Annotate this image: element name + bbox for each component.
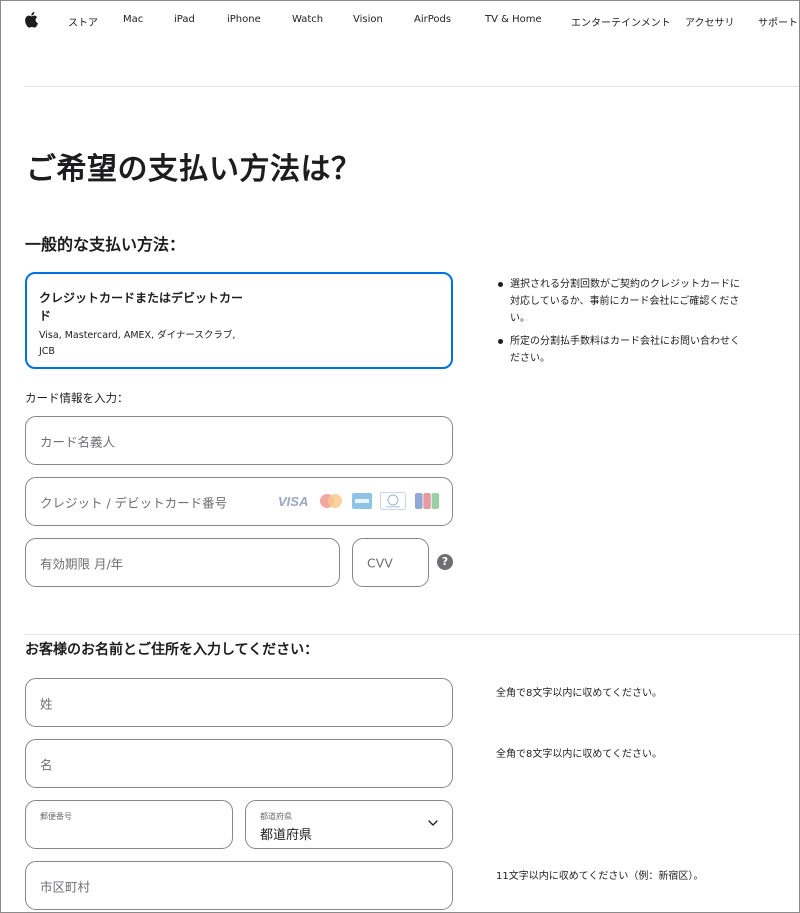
- nav-item-vision[interactable]: Vision: [353, 14, 383, 25]
- nav-item-entertainment[interactable]: エンターテインメント: [571, 14, 671, 29]
- nav-item-airpods[interactable]: AirPods: [414, 14, 451, 25]
- nav-item-support[interactable]: サポート: [758, 14, 798, 29]
- nav-item-mac[interactable]: Mac: [123, 14, 143, 25]
- expiry-date-field[interactable]: 有効期限 月/年: [25, 538, 340, 587]
- last-name-field[interactable]: 姓: [25, 678, 453, 727]
- payment-note: 選択される分割回数がご契約のクレジットカードに対応しているか、事前にカード会社に…: [496, 276, 746, 327]
- first-name-hint: 全角で8文字以内に収めてください。: [496, 749, 663, 760]
- svg-text:VISA: VISA: [278, 494, 308, 508]
- global-nav: ストア Mac iPad iPhone Watch Vision AirPods…: [0, 0, 800, 40]
- city-field[interactable]: 市区町村: [25, 861, 453, 910]
- nav-item-accessories[interactable]: アクセサリ: [685, 14, 735, 29]
- amex-icon: [352, 492, 372, 510]
- card-number-placeholder: クレジット / デビットカード番号: [40, 495, 228, 510]
- payment-option-title: クレジットカードまたはデビットカード: [39, 291, 244, 323]
- chevron-down-icon: [428, 820, 438, 826]
- apple-logo-icon[interactable]: [24, 11, 38, 28]
- city-hint: 11文字以内に収めてください（例：新宿区）。: [496, 871, 704, 882]
- diners-club-icon: [380, 492, 406, 510]
- cardholder-name-placeholder: カード名義人: [40, 434, 116, 449]
- nav-item-ipad[interactable]: iPad: [174, 14, 195, 25]
- last-name-hint: 全角で8文字以内に収めてください。: [496, 688, 663, 699]
- visa-icon: VISA: [278, 492, 310, 510]
- nav-item-watch[interactable]: Watch: [292, 14, 323, 25]
- card-info-label: カード情報を入力：: [25, 391, 129, 405]
- cvv-help-icon[interactable]: ?: [437, 554, 453, 570]
- page-title: ご希望の支払い方法は？: [26, 152, 362, 187]
- expiry-date-placeholder: 有効期限 月/年: [40, 556, 124, 571]
- payment-option-subtitle: Visa, Mastercard, AMEX, ダイナースクラブ, JCB: [39, 330, 236, 357]
- postal-code-label: 郵便番号: [40, 812, 72, 821]
- prefecture-select[interactable]: 都道府県 都道府県: [245, 800, 453, 849]
- nav-item-tv-home[interactable]: TV & Home: [485, 14, 542, 25]
- payment-option-credit-card[interactable]: クレジットカードまたはデビットカード Visa, Mastercard, AME…: [25, 272, 453, 369]
- prefecture-value: 都道府県: [260, 828, 313, 843]
- first-name-placeholder: 名: [40, 757, 53, 772]
- section-divider: [24, 634, 800, 635]
- cvv-placeholder: CVV: [367, 555, 393, 570]
- cardholder-name-field[interactable]: カード名義人: [25, 416, 453, 465]
- first-name-field[interactable]: 名: [25, 739, 453, 788]
- city-placeholder: 市区町村: [40, 879, 91, 894]
- card-number-field[interactable]: クレジット / デビットカード番号 VISA: [25, 477, 453, 526]
- postal-code-field[interactable]: 郵便番号: [25, 800, 233, 849]
- header-divider: [24, 86, 800, 87]
- cvv-field[interactable]: CVV: [352, 538, 429, 587]
- card-brand-icons: VISA: [278, 492, 440, 510]
- payment-note: 所定の分割払手数料はカード会社にお問い合わせください。: [496, 333, 746, 367]
- address-section-title: お客様のお名前とご住所を入力してください：: [25, 642, 319, 658]
- payment-notes: 選択される分割回数がご契約のクレジットカードに対応しているか、事前にカード会社に…: [496, 276, 746, 373]
- nav-item-iphone[interactable]: iPhone: [227, 14, 261, 25]
- mastercard-icon: [318, 492, 344, 510]
- last-name-placeholder: 姓: [40, 696, 53, 711]
- payment-section-title: 一般的な支払い方法：: [25, 235, 186, 254]
- jcb-icon: [414, 492, 440, 510]
- prefecture-label: 都道府県: [260, 812, 292, 821]
- nav-item-store[interactable]: ストア: [68, 14, 98, 29]
